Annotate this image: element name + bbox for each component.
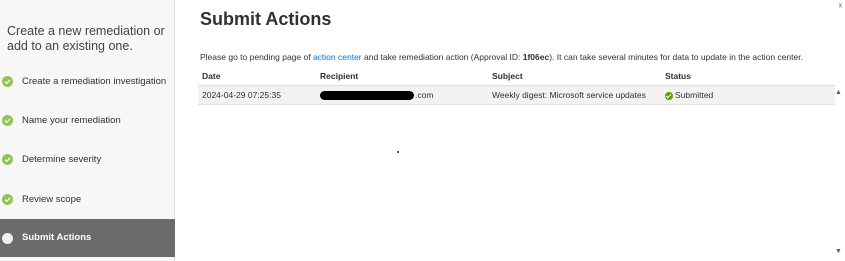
step-label: Name your remediation <box>22 115 121 126</box>
sidebar-heading: Create a new remediation or add to an ex… <box>7 24 165 53</box>
row-status: Submitted <box>665 90 713 100</box>
check-circle-icon <box>665 91 673 100</box>
check-icon <box>2 76 13 87</box>
header-date[interactable]: Date <box>202 71 220 81</box>
current-step-icon <box>2 233 13 244</box>
table-row[interactable]: 2024-04-29 07:25:35 .com Weekly digest: … <box>198 86 835 105</box>
action-center-link[interactable]: action center <box>313 52 362 62</box>
scroll-down-icon[interactable]: ▼ <box>835 248 842 255</box>
step-determine-severity[interactable]: Determine severity <box>0 149 175 171</box>
redaction-bar <box>320 91 414 101</box>
step-label: Submit Actions <box>22 232 92 243</box>
check-icon <box>2 115 13 126</box>
step-create-investigation[interactable]: Create a remediation investigation <box>0 71 175 93</box>
scroll-up-icon[interactable]: ▲ <box>835 89 842 96</box>
header-subject[interactable]: Subject <box>492 71 523 81</box>
approval-id: 1f06ec <box>522 52 550 62</box>
recipient-suffix: .com <box>415 89 434 100</box>
row-recipient: .com <box>320 89 434 101</box>
wizard-sidebar: Create a new remediation or add to an ex… <box>0 0 175 261</box>
check-icon <box>2 194 13 205</box>
step-label: Review scope <box>22 194 82 205</box>
actions-table: Date Recipient Subject Status 2024-04-29… <box>198 67 835 105</box>
notice-suffix: ). It can take several minutes for data … <box>549 52 803 62</box>
notice-middle: and take remediation action (Approval ID… <box>361 52 523 62</box>
notice-prefix: Please go to pending page of <box>200 52 313 62</box>
step-name-remediation[interactable]: Name your remediation <box>0 110 175 132</box>
table-header: Date Recipient Subject Status <box>198 67 835 86</box>
main-panel: Submit Actions ˣ Please go to pending pa… <box>176 0 845 261</box>
row-subject: Weekly digest: Microsoft service updates <box>492 90 646 100</box>
status-text: Submitted <box>675 90 714 100</box>
notice-text: Please go to pending page of action cent… <box>200 52 803 62</box>
step-review-scope[interactable]: Review scope <box>0 189 175 211</box>
header-recipient[interactable]: Recipient <box>320 71 358 81</box>
close-icon[interactable]: ˣ <box>839 2 842 13</box>
page-title: Submit Actions <box>200 9 332 29</box>
header-status[interactable]: Status <box>665 71 691 81</box>
check-icon <box>2 154 13 165</box>
step-label: Determine severity <box>22 154 102 165</box>
step-submit-actions[interactable]: Submit Actions <box>0 219 175 257</box>
row-date: 2024-04-29 07:25:35 <box>202 90 281 100</box>
step-label: Create a remediation investigation <box>22 76 167 87</box>
cursor-dot <box>397 151 399 153</box>
